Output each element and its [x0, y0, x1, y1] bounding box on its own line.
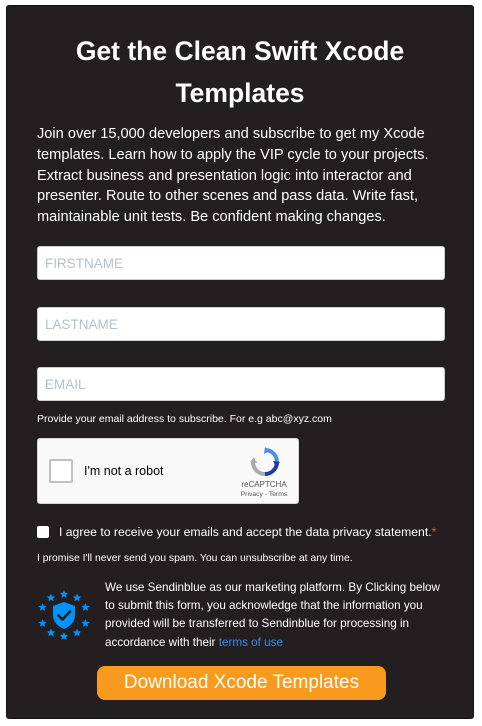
recaptcha-brand: reCAPTCHA [241, 480, 287, 489]
lastname-input[interactable] [37, 307, 445, 341]
recaptcha-widget: I'm not a robot reCAPTCHA Privacy - Term… [37, 438, 299, 504]
email-hint: Provide your email address to subscribe.… [37, 413, 332, 425]
terms-of-use-link[interactable]: terms of use [219, 636, 283, 649]
recaptcha-links[interactable]: Privacy - Terms [234, 491, 294, 498]
recaptcha-label: I'm not a robot [84, 464, 164, 478]
required-mark: * [431, 525, 437, 539]
form-description: Join over 15,000 developers and subscrib… [37, 126, 429, 226]
spam-note: I promise I'll never send you spam. You … [37, 553, 353, 564]
recaptcha-logo-icon [250, 447, 280, 476]
consent-label[interactable]: I agree to receive your emails and accep… [59, 525, 436, 539]
recaptcha-checkbox[interactable] [49, 459, 73, 483]
gdpr-shield-icon [38, 590, 90, 640]
firstname-input[interactable] [37, 246, 445, 280]
signup-form: Get the Clean Swift Xcode Templates Join… [6, 5, 474, 719]
form-title: Get the Clean Swift Xcode Templates [75, 36, 405, 108]
email-input[interactable] [37, 367, 445, 401]
download-templates-button[interactable]: Download Xcode Templates [97, 666, 386, 700]
marketing-notice: We use Sendinblue as our marketing platf… [105, 579, 447, 652]
consent-checkbox[interactable] [37, 526, 49, 538]
